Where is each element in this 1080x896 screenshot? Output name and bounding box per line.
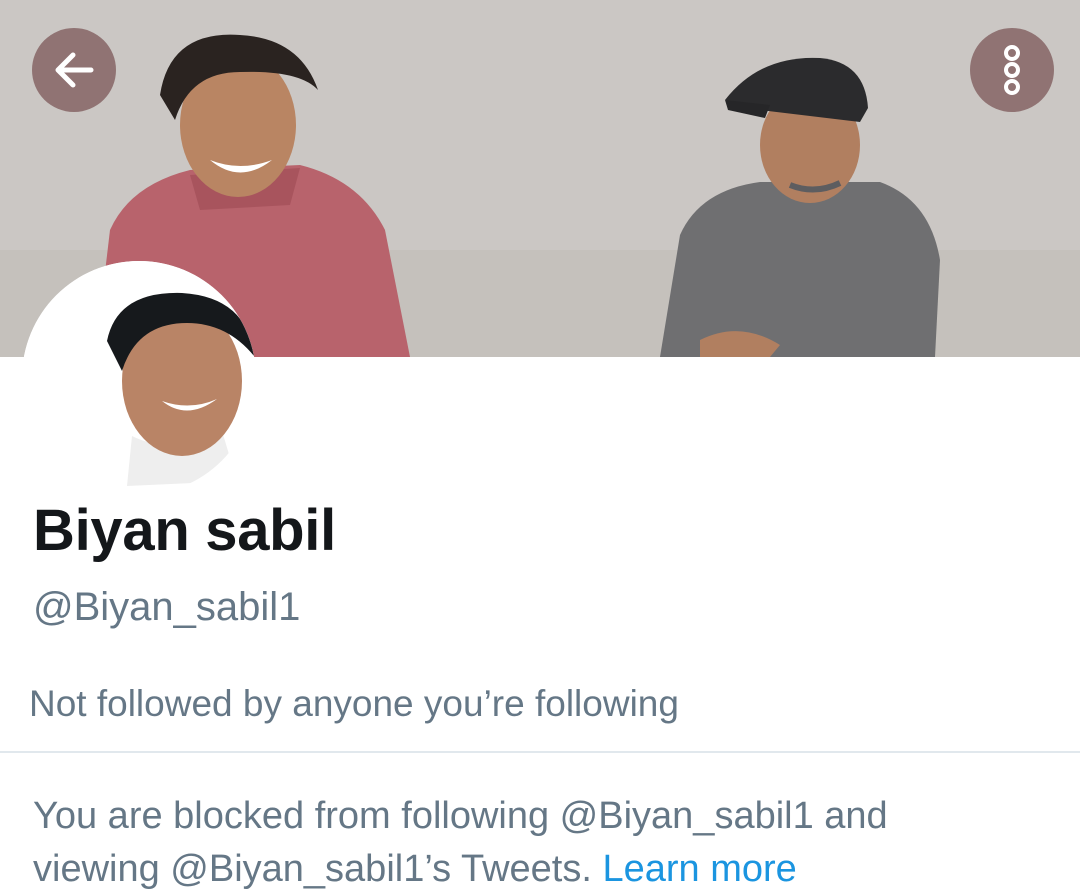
avatar-photo: [22, 261, 256, 495]
learn-more-link[interactable]: Learn more: [602, 848, 796, 890]
avatar[interactable]: [22, 261, 256, 495]
blocked-notice-line2: viewing @Biyan_sabil1’s Tweets.: [33, 848, 592, 890]
divider: [0, 751, 1080, 753]
profile-handle: @Biyan_sabil1: [33, 585, 301, 629]
more-options-button[interactable]: [970, 28, 1054, 112]
more-vertical-icon: [1004, 45, 1020, 95]
blocked-notice: You are blocked from following @Biyan_sa…: [33, 790, 1053, 896]
back-button[interactable]: [32, 28, 116, 112]
followed-by-text: Not followed by anyone you’re following: [29, 683, 679, 724]
blocked-notice-line1: You are blocked from following @Biyan_sa…: [33, 795, 888, 837]
profile-screen: Biyan sabil @Biyan_sabil1 Not followed b…: [0, 0, 1080, 896]
arrow-left-icon: [55, 52, 94, 88]
profile-display-name: Biyan sabil: [33, 498, 336, 563]
